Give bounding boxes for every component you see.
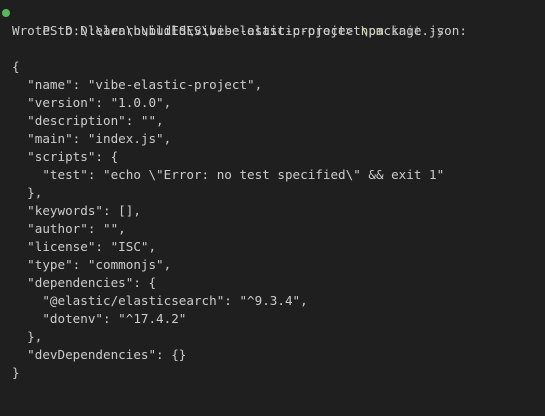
output-line: "@elastic/elasticsearch": "^9.3.4", bbox=[12, 293, 308, 308]
output-line: "main": "index.js", bbox=[12, 131, 172, 146]
output-line: "name": "vibe-elastic-project", bbox=[12, 77, 263, 92]
output-line: }, bbox=[12, 329, 43, 344]
output-line: "devDependencies": {} bbox=[12, 347, 187, 362]
output-line: "version": "1.0.0", bbox=[12, 95, 172, 110]
command-line: PS D:\learn\buildES\vibe-elastic-project… bbox=[0, 4, 545, 38]
output-line: }, bbox=[12, 185, 43, 200]
output-line: "keywords": [], bbox=[12, 203, 141, 218]
output-line: } bbox=[12, 365, 20, 380]
output-line: "dependencies": { bbox=[12, 275, 157, 290]
terminal-panel[interactable]: PS D:\learn\buildES\vibe-elastic-project… bbox=[0, 0, 545, 416]
command-status-icon[interactable] bbox=[2, 9, 10, 17]
output-line: "license": "ISC", bbox=[12, 239, 157, 254]
output-line: "test": "echo \"Error: no test specified… bbox=[12, 167, 445, 182]
output-line: "dotenv": "^17.4.2" bbox=[12, 311, 187, 326]
output-line: "author": "", bbox=[12, 221, 126, 236]
output-line: "scripts": { bbox=[12, 149, 119, 164]
output-line: { bbox=[12, 59, 20, 74]
output-line: Wrote to D:\learn\buildES\vibe-elastic-p… bbox=[12, 23, 467, 38]
output-line: "description": "", bbox=[12, 113, 164, 128]
output-line: "type": "commonjs", bbox=[12, 257, 172, 272]
